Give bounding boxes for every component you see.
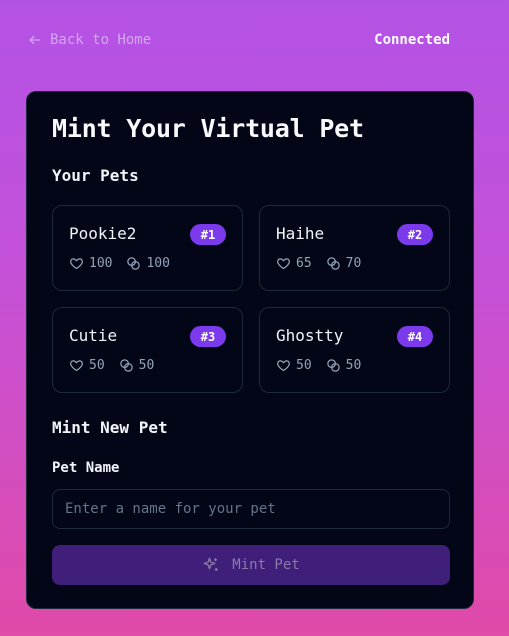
- health-value: 100: [89, 256, 113, 271]
- coins-icon: [119, 359, 133, 372]
- mint-card: Mint Your Virtual Pet Your Pets Pookie2 …: [26, 91, 474, 609]
- pet-stats: 100 100: [69, 256, 170, 271]
- pet-card[interactable]: Ghostty #4 50 50: [259, 307, 450, 393]
- health-value: 50: [89, 358, 105, 373]
- pet-stats: 65 70: [276, 256, 361, 271]
- coins-icon: [326, 257, 340, 270]
- health-value: 65: [296, 256, 312, 271]
- your-pets-heading: Your Pets: [52, 166, 139, 185]
- sparkles-icon: [203, 557, 219, 571]
- pet-stats: 50 50: [276, 358, 361, 373]
- health-value: 50: [296, 358, 312, 373]
- energy-value: 50: [345, 358, 362, 373]
- energy-value: 50: [138, 358, 155, 373]
- energy-stat: 50: [326, 358, 362, 373]
- health-stat: 65: [276, 256, 312, 271]
- pet-card[interactable]: Pookie2 #1 100 100: [52, 205, 243, 291]
- pet-name-input[interactable]: [52, 489, 450, 529]
- pet-id-badge: #3: [190, 326, 226, 347]
- energy-stat: 50: [119, 358, 155, 373]
- arrow-left-icon: [29, 35, 41, 45]
- back-to-home-link[interactable]: Back to Home: [28, 32, 151, 48]
- health-stat: 100: [69, 256, 112, 271]
- pet-id-badge: #4: [397, 326, 433, 347]
- energy-stat: 70: [326, 256, 362, 271]
- pet-name: Haihe: [276, 224, 325, 243]
- pets-grid: Pookie2 #1 100 100 Haihe #2 65 70 Cutie …: [52, 205, 450, 393]
- top-bar: Back to Home Connected: [28, 30, 450, 50]
- back-link-label: Back to Home: [50, 32, 152, 48]
- energy-stat: 100: [126, 256, 170, 271]
- energy-value: 70: [345, 256, 362, 271]
- coins-icon: [326, 359, 340, 372]
- page-title: Mint Your Virtual Pet: [52, 114, 364, 143]
- heart-icon: [70, 258, 83, 270]
- pet-id-badge: #2: [397, 224, 433, 245]
- mint-new-pet-heading: Mint New Pet: [52, 418, 168, 437]
- pet-name-label: Pet Name: [52, 460, 120, 476]
- heart-icon: [70, 360, 83, 372]
- mint-button-label: Mint Pet: [232, 557, 300, 573]
- health-stat: 50: [276, 358, 312, 373]
- mint-pet-button[interactable]: Mint Pet: [52, 545, 450, 585]
- pet-card[interactable]: Cutie #3 50 50: [52, 307, 243, 393]
- coins-icon: [127, 257, 141, 270]
- health-stat: 50: [69, 358, 105, 373]
- heart-icon: [277, 360, 290, 372]
- pet-name: Ghostty: [276, 326, 344, 345]
- heart-icon: [277, 258, 290, 270]
- pet-name: Cutie: [69, 326, 118, 345]
- connection-status: Connected: [374, 32, 450, 48]
- pet-id-badge: #1: [190, 224, 226, 245]
- pet-card[interactable]: Haihe #2 65 70: [259, 205, 450, 291]
- energy-value: 100: [146, 256, 170, 271]
- pet-name: Pookie2: [69, 224, 137, 243]
- pet-stats: 50 50: [69, 358, 154, 373]
